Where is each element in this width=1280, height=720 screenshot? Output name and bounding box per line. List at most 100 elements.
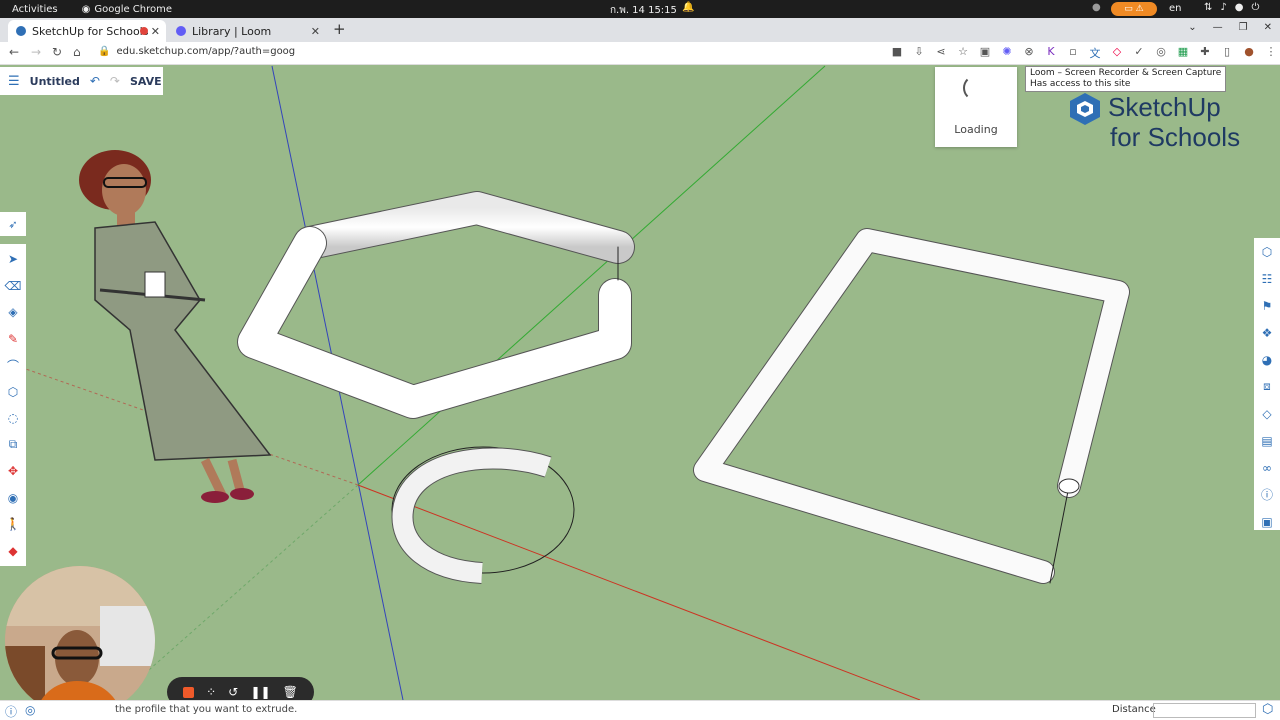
pencil-icon[interactable]: ✎ [0,326,26,353]
push-pull-icon[interactable]: ⧉ [0,432,26,459]
restore-icon[interactable]: ❐ [1239,22,1248,33]
extension-icon[interactable]: K [1044,45,1058,61]
bookmark-star-icon[interactable]: ☆ [956,45,970,61]
offset-icon[interactable]: ◌ [0,405,26,432]
toolbar-grid-icon[interactable]: ⁘ [206,685,216,699]
power-icon: ⏻ [1251,2,1260,13]
tooltip-line-1: Loom – Screen Recorder & Screen Capture [1030,68,1222,78]
delete-icon[interactable]: 🗑 [283,685,298,699]
section-plane-icon[interactable]: ◆ [0,538,26,565]
install-icon[interactable]: ⇩ [912,45,926,61]
hexagon-tube-model[interactable] [237,191,635,419]
right-panel: ⬡ ☷ ⚑ ❖ ◕ ⧈ ◇ ▤ ∞ ⓘ ▣ [1254,238,1280,530]
save-button[interactable]: SAVE [130,75,162,88]
redo-icon[interactable]: ↷ [110,74,120,88]
tab-sketchup[interactable]: SketchUp for Schools ✕ [8,20,166,42]
styles-icon[interactable]: ⧈ [1254,373,1280,400]
screenshot-icon[interactable]: ◎ [1154,45,1168,61]
tags-icon[interactable]: ◇ [1254,400,1280,427]
extension-icon[interactable]: ✓ [1132,45,1146,61]
side-panel-icon[interactable]: ▯ [1220,45,1234,61]
outliner-icon[interactable]: ⚑ [1254,292,1280,319]
shape-icon[interactable]: ⬡ [0,379,26,406]
close-window-icon[interactable]: ✕ [1264,22,1272,33]
keyboard-language[interactable]: en [1169,3,1182,14]
help-icon[interactable]: ⓘ [5,703,17,720]
left-toolbar: ➶ ➤ ⌫ ◈ ✎ ⌒ ⬡ ◌ ⧉ ✥ ◉ 🚶 ◆ [0,212,26,566]
address-bar[interactable]: 🔒 edu.sketchup.com/app/?auth=goog [98,46,295,57]
instructor-icon[interactable]: ⓘ [1254,481,1280,508]
active-app-menu[interactable]: ◉ Google Chrome [82,4,172,15]
restart-icon[interactable]: ↺ [228,685,238,699]
sketchup-status-logo-icon: ⬡ [1262,702,1274,717]
components-icon[interactable]: ❖ [1254,319,1280,346]
arc-icon[interactable]: ⌒ [0,352,26,379]
url-text: edu.sketchup.com/app/?auth=goog [116,46,296,57]
close-tab-icon[interactable]: ✕ [311,25,320,38]
paint-bucket-icon[interactable]: ◈ [0,299,26,326]
system-clock[interactable]: ก.พ. 14 15:15 [610,3,677,18]
volume-icon: ♪ [1220,2,1227,13]
tab-loom[interactable]: Library | Loom ✕ [168,20,326,42]
back-icon[interactable]: ← [9,45,19,59]
search-tool-icon[interactable]: ➶ [0,212,26,236]
home-icon[interactable]: ⌂ [73,45,81,59]
green-axis [357,65,826,486]
lock-icon: 🔒 [98,46,111,57]
minimize-icon[interactable]: — [1213,22,1223,33]
layers-icon[interactable]: ☷ [1254,265,1280,292]
reload-icon[interactable]: ↻ [52,45,62,59]
extension-icon[interactable]: ▣ [978,45,992,61]
walk-icon[interactable]: 🚶 [0,511,26,538]
materials-icon[interactable]: ◕ [1254,346,1280,373]
hamburger-menu-icon[interactable]: ☰ [8,74,20,89]
display-icon[interactable]: ▣ [1254,508,1280,535]
activities-button[interactable]: Activities [12,4,58,15]
active-app-name: Google Chrome [94,3,173,15]
file-title[interactable]: Untitled [30,75,80,88]
select-icon[interactable]: ➤ [0,246,26,273]
square-tube-model[interactable] [693,228,1130,584]
new-tab-icon[interactable]: + [333,20,346,38]
menu-kebab-icon[interactable]: ⋮ [1264,45,1278,61]
tab-search-icon[interactable]: ⌄ [1188,22,1196,33]
distance-input[interactable] [1153,703,1256,718]
share-icon[interactable]: ⋖ [934,45,948,61]
screen-share-indicator[interactable]: ▭ ⚠ [1111,2,1157,16]
camera-off-icon[interactable]: ■ [890,45,904,61]
tab-title: SketchUp for Schools [32,24,149,38]
tool-list: ➤ ⌫ ◈ ✎ ⌒ ⬡ ◌ ⧉ ✥ ◉ 🚶 ◆ [0,244,26,566]
logo-line-2: for Schools [1110,122,1241,152]
tape-measure-icon[interactable]: ◉ [0,485,26,512]
undo-icon[interactable]: ↶ [90,74,100,88]
mic-tray-icon: ● [1234,2,1244,13]
loom-extension-icon[interactable]: ✺ [1000,45,1014,61]
eraser-icon[interactable]: ⌫ [0,273,26,300]
stop-recording-button[interactable] [183,686,195,698]
webcam-bubble[interactable] [5,566,155,716]
forward-icon[interactable]: → [31,45,41,59]
globe-icon[interactable]: ◎ [25,703,35,720]
pause-icon[interactable]: ❚❚ [250,685,270,699]
extension-icons: ■ ⇩ ⋖ ☆ ▣ ✺ ⊗ K ▫ 文 ◇ ✓ ◎ ▦ ✚ ▯ ● ⋮ [890,45,1278,61]
extension-icon[interactable]: ◇ [1110,45,1124,61]
scale-figure-woman[interactable] [79,150,272,503]
extension-icon[interactable]: ▫ [1066,45,1080,61]
partial-ring-model[interactable] [391,446,575,584]
entity-info-icon[interactable]: ⬡ [1254,238,1280,265]
profile-avatar[interactable]: ● [1242,45,1256,61]
sketchup-viewport[interactable] [0,65,1280,700]
extension-icon[interactable]: ▦ [1176,45,1190,61]
puzzle-icon[interactable]: ✚ [1198,45,1212,61]
views-icon[interactable]: ∞ [1254,454,1280,481]
system-tray[interactable]: ⇅ ♪ ● ⏻ [1204,2,1259,13]
move-icon[interactable]: ✥ [0,458,26,485]
system-top-bar: Activities ◉ Google Chrome ก.พ. 14 15:15… [0,0,1280,18]
translate-icon[interactable]: 文 [1088,45,1102,61]
extension-icon[interactable]: ⊗ [1022,45,1036,61]
loom-loading-card: Loading [935,67,1017,147]
logo-line-1: SketchUp [1108,92,1221,122]
close-tab-icon[interactable]: ✕ [151,25,160,38]
scenes-icon[interactable]: ▤ [1254,427,1280,454]
status-bar: ⓘ ◎ the profile that you want to extrude… [0,700,1280,720]
